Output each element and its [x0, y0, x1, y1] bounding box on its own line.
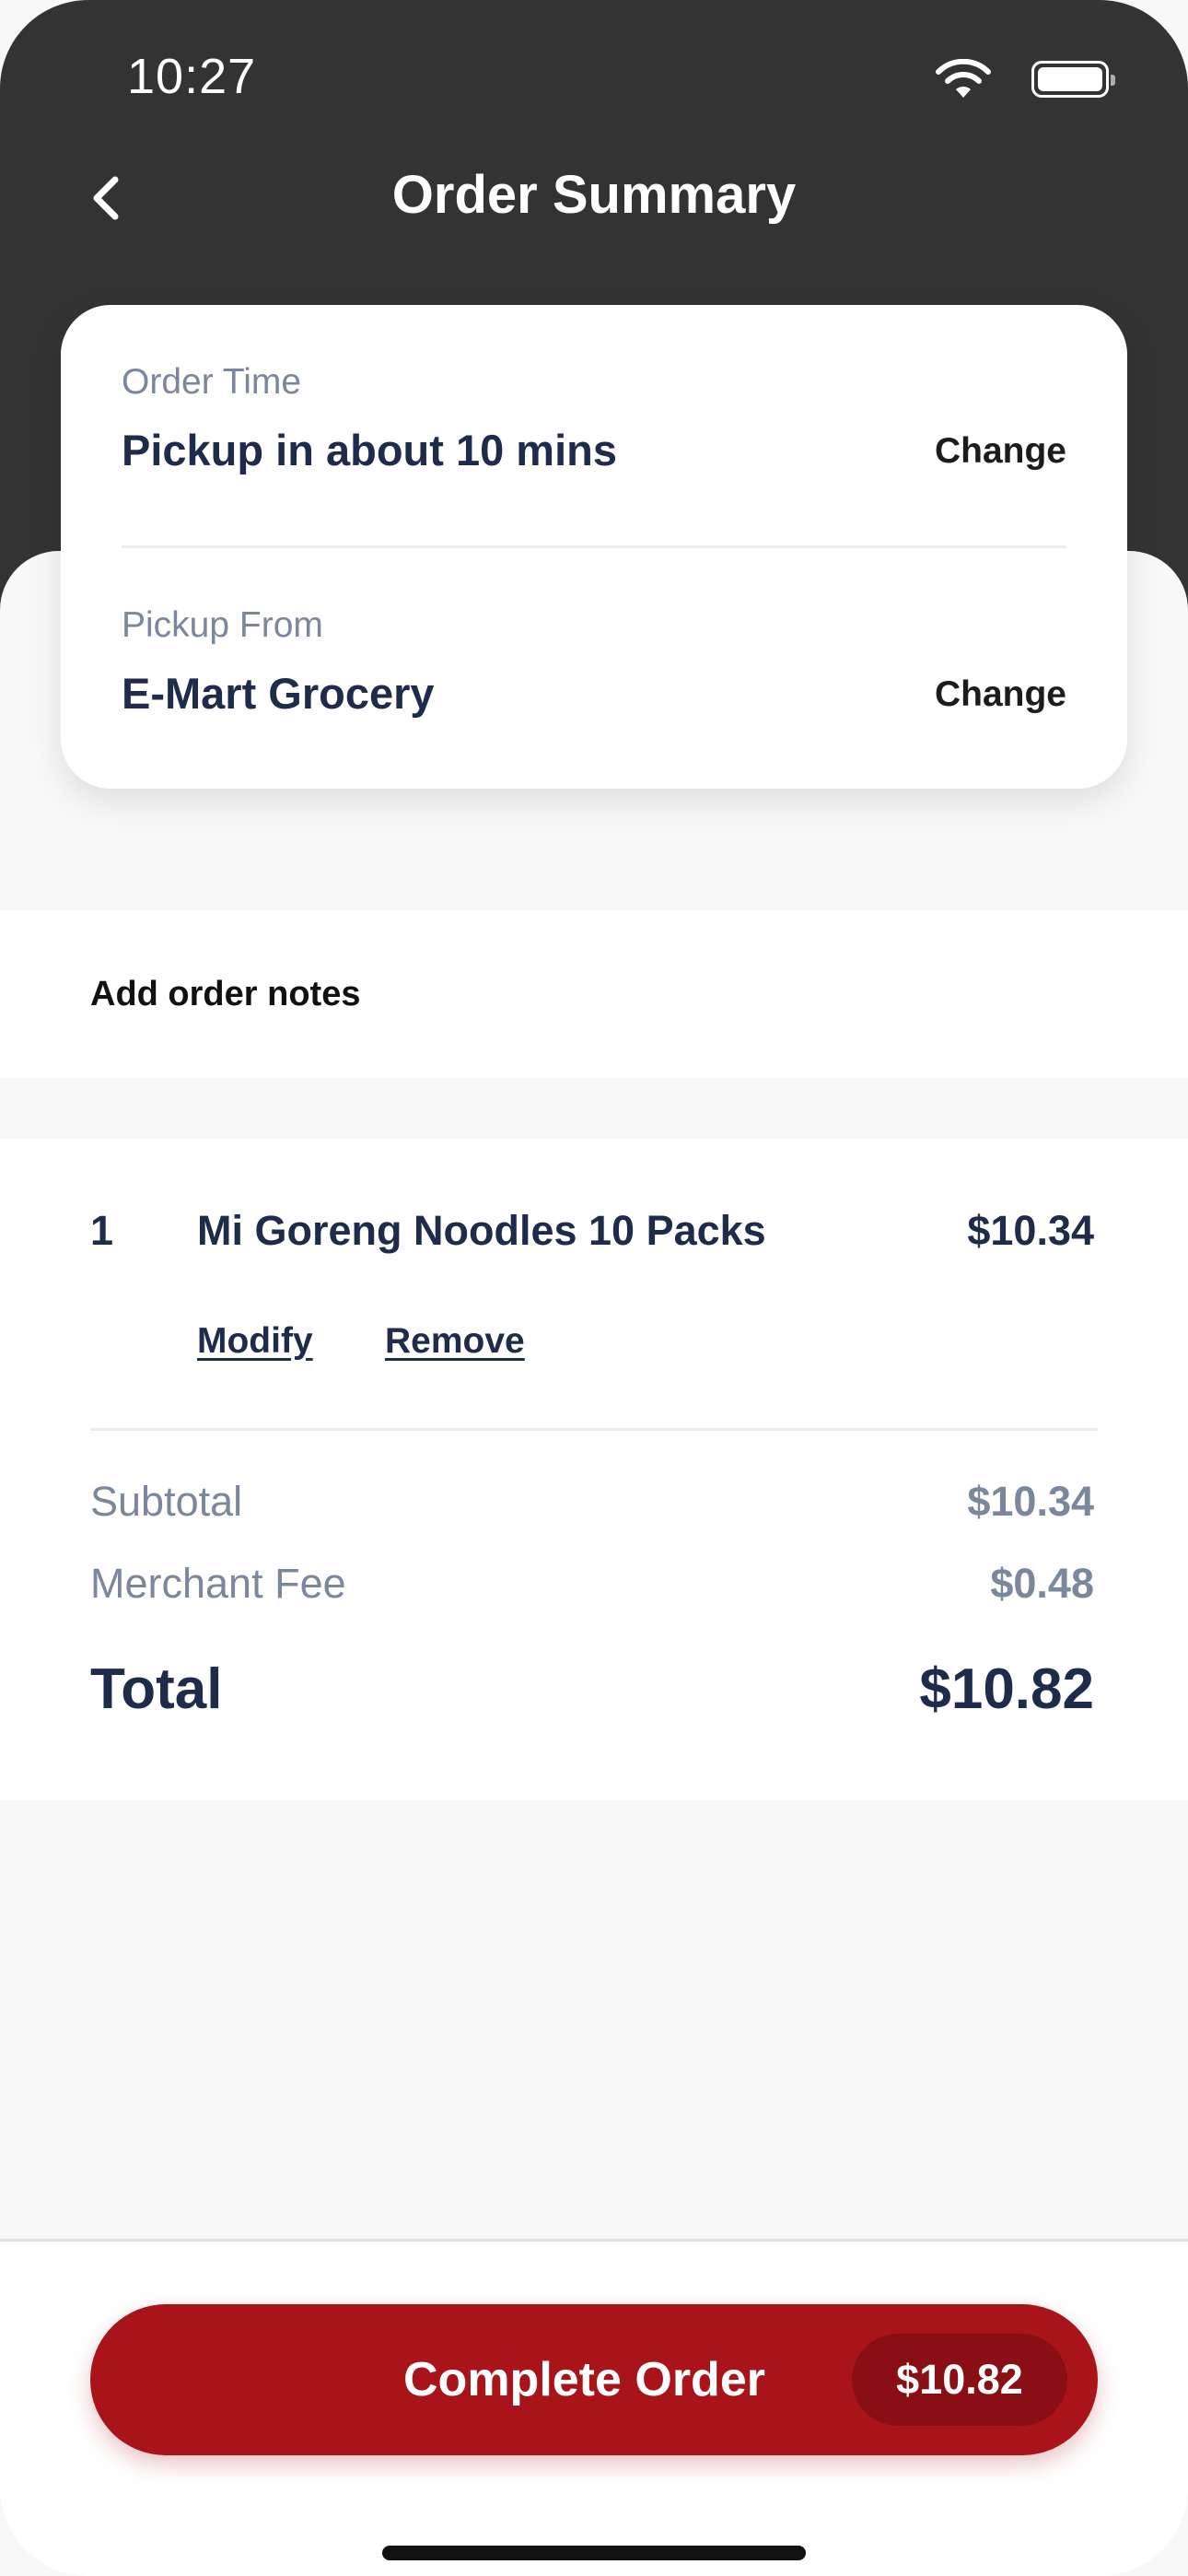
complete-order-label: Complete Order — [403, 2353, 765, 2406]
modify-item-link[interactable]: Modify — [197, 1321, 313, 1362]
merchant-fee-label: Merchant Fee — [90, 1560, 346, 1607]
pickup-store-name: E-Mart Grocery — [122, 669, 435, 718]
page-title: Order Summary — [391, 165, 797, 225]
battery-icon — [1031, 61, 1115, 98]
status-time: 10:27 — [127, 49, 257, 104]
subtotal-label: Subtotal — [90, 1478, 243, 1525]
item-quantity: 1 — [90, 1207, 114, 1254]
status-icons — [934, 59, 1115, 100]
order-time-label: Order Time — [122, 362, 302, 402]
pickup-location-row: Pickup From E-Mart Grocery Change — [122, 605, 1066, 790]
add-order-notes-label: Add order notes — [90, 975, 361, 1013]
pickup-label: Pickup From — [122, 605, 323, 645]
remove-item-link[interactable]: Remove — [385, 1321, 525, 1362]
item-name: Mi Goreng Noodles 10 Packs — [197, 1207, 766, 1254]
subtotal-value: $10.34 — [967, 1478, 1094, 1525]
complete-order-button[interactable]: Complete Order $10.82 — [90, 2304, 1098, 2455]
home-indicator — [382, 2546, 806, 2560]
change-order-time-button[interactable]: Change — [935, 431, 1066, 472]
order-items-section: 1 Mi Goreng Noodles 10 Packs $10.34 Modi… — [0, 1139, 1188, 1800]
total-value: $10.82 — [919, 1657, 1094, 1721]
order-summary-screen: 10:27 Order Summary Order Time Pickup in… — [0, 0, 1188, 2576]
merchant-fee-value: $0.48 — [990, 1560, 1094, 1607]
complete-order-amount: $10.82 — [852, 2334, 1067, 2426]
change-pickup-button[interactable]: Change — [935, 674, 1066, 715]
order-time-row: Order Time Pickup in about 10 mins Chang… — [122, 362, 1066, 546]
checkout-footer: Complete Order $10.82 — [0, 2239, 1188, 2576]
add-order-notes-row[interactable]: Add order notes — [0, 910, 1188, 1078]
order-details-card: Order Time Pickup in about 10 mins Chang… — [61, 305, 1127, 789]
items-divider — [90, 1428, 1098, 1431]
wifi-icon — [936, 59, 991, 98]
order-time-value: Pickup in about 10 mins — [122, 426, 617, 474]
total-label: Total — [90, 1657, 223, 1721]
item-price: $10.34 — [967, 1207, 1094, 1254]
card-divider — [122, 545, 1066, 548]
